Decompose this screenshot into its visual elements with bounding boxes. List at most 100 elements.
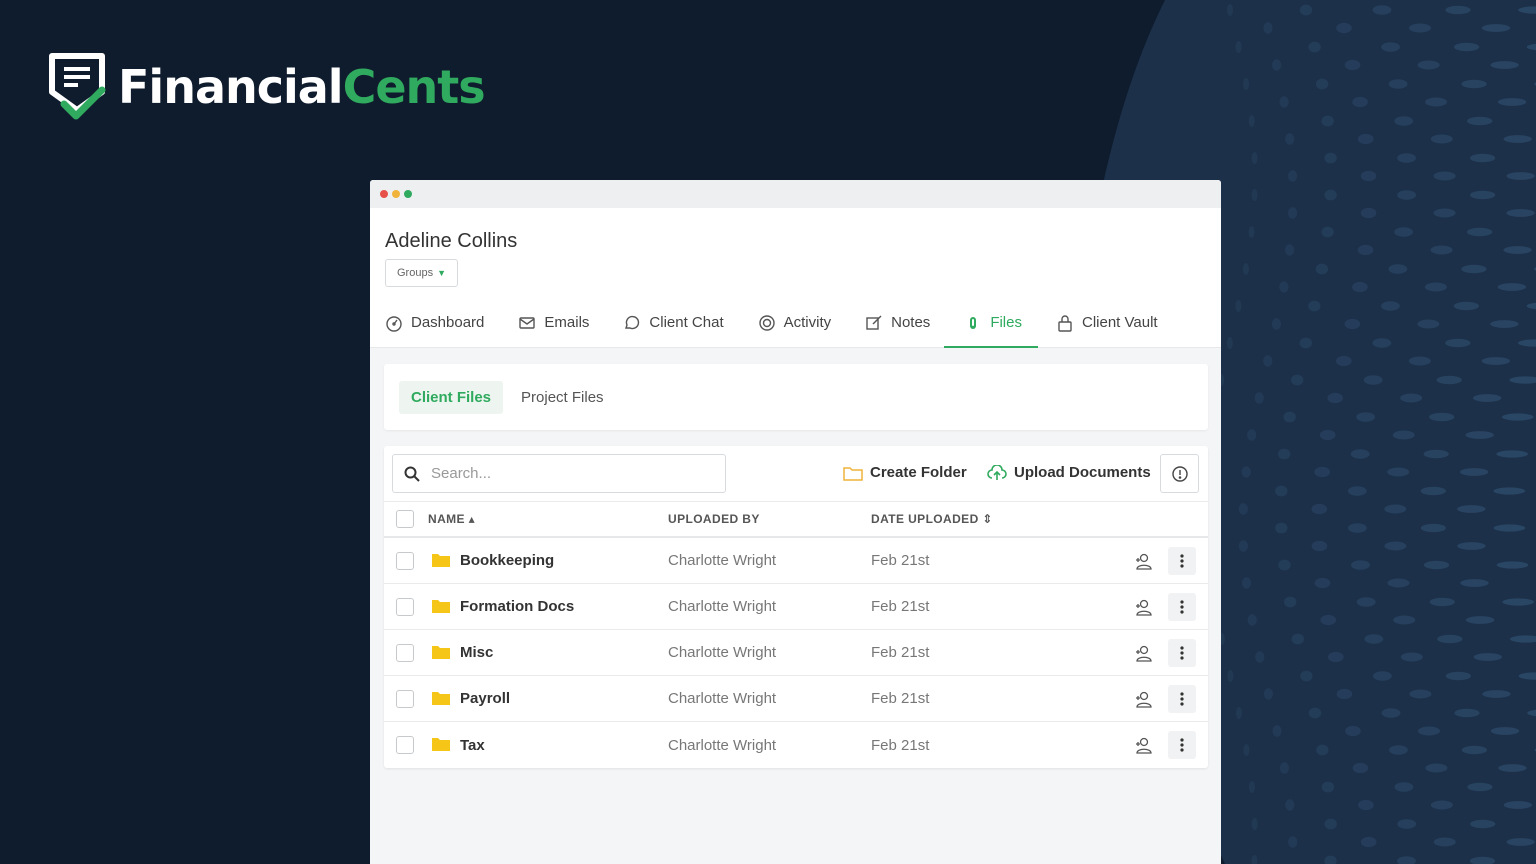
logo-word-financial: Financial [118,60,344,114]
column-date-label: DATE UPLOADED [871,512,979,526]
file-name[interactable]: Misc [460,644,493,661]
table-row[interactable]: Formation Docs Charlotte Wright Feb 21st [384,584,1208,630]
window-titlebar [370,180,1221,208]
date-uploaded: Feb 21st [871,644,930,661]
tab-dashboard[interactable]: Dashboard [385,304,496,348]
date-uploaded: Feb 21st [871,690,930,707]
logo-shield-icon [49,53,106,120]
app-window: Adeline Collins Groups ▼ Dashboard Email… [370,180,1221,864]
search-icon [404,466,420,482]
files-subtabs: Client Files Project Files [384,364,1208,430]
row-checkbox[interactable] [396,689,414,708]
share-user-icon[interactable] [1134,644,1152,662]
file-name[interactable]: Formation Docs [460,598,574,615]
create-folder-button[interactable]: Create Folder [843,464,967,481]
table-row[interactable]: Tax Charlotte Wright Feb 21st [384,722,1208,768]
tab-label: Emails [544,314,590,331]
groups-label: Groups [397,267,434,279]
envelope-icon [519,317,536,329]
folder-icon [432,554,450,567]
minimize-dot[interactable] [392,190,400,198]
tab-label: Client Vault [1081,314,1158,331]
groups-dropdown[interactable]: Groups ▼ [385,259,458,287]
share-user-icon[interactable] [1134,736,1152,754]
date-uploaded: Feb 21st [871,736,930,754]
folder-icon [432,646,450,659]
info-button[interactable] [1160,454,1199,493]
column-name-header[interactable]: NAME ▴ [428,512,475,526]
tab-label: Dashboard [411,314,485,331]
more-options-button[interactable] [1168,593,1196,621]
column-date-header[interactable]: DATE UPLOADED ⇕ [871,512,993,526]
row-checkbox[interactable] [396,551,414,570]
folder-icon [432,738,450,751]
subtab-client-files[interactable]: Client Files [399,380,504,414]
uploaded-by: Charlotte Wright [668,644,777,661]
tab-emails[interactable]: Emails [518,304,601,348]
uploaded-by: Charlotte Wright [668,690,777,707]
file-name[interactable]: Tax [460,737,485,754]
more-options-button[interactable] [1168,731,1196,759]
client-header: Adeline Collins Groups ▼ Dashboard Email… [370,208,1221,348]
folder-icon [432,600,450,613]
uploaded-by: Charlotte Wright [668,598,777,615]
sort-both-icon: ⇕ [982,512,993,526]
tab-client-vault[interactable]: Client Vault [1056,304,1170,348]
tab-label: Client Chat [649,314,724,331]
row-checkbox[interactable] [396,597,414,616]
activity-icon [758,315,775,331]
tab-label: Notes [891,314,931,331]
paperclip-icon [970,317,977,329]
kebab-menu-icon [1180,692,1184,706]
upload-documents-label: Upload Documents [1014,464,1151,481]
select-all-checkbox[interactable] [396,510,414,528]
table-row[interactable]: Bookkeeping Charlotte Wright Feb 21st [384,538,1208,584]
logo-wordmark: FinancialCents [118,64,486,110]
tab-client-chat[interactable]: Client Chat [623,304,735,348]
chevron-down-icon: ▼ [437,268,446,278]
files-table-card: Create Folder Upload Documents NAME ▴ UP… [384,446,1208,768]
close-dot[interactable] [380,190,388,198]
more-options-button[interactable] [1168,547,1196,575]
more-options-button[interactable] [1168,639,1196,667]
tab-files[interactable]: Files [944,304,1038,348]
search-input[interactable] [431,465,711,482]
dashboard-gauge-icon [386,316,402,332]
client-name: Adeline Collins [385,230,518,252]
share-user-icon[interactable] [1134,690,1152,708]
more-options-button[interactable] [1168,685,1196,713]
tab-activity[interactable]: Activity [758,304,844,348]
share-user-icon[interactable] [1134,552,1152,570]
date-uploaded: Feb 21st [871,598,930,615]
kebab-menu-icon [1180,646,1184,660]
lock-icon [1058,315,1072,332]
table-row[interactable]: Misc Charlotte Wright Feb 21st [384,630,1208,676]
uploaded-by: Charlotte Wright [668,552,777,569]
file-name[interactable]: Payroll [460,690,510,707]
maximize-dot[interactable] [404,190,412,198]
column-name-label: NAME [428,512,465,526]
files-toolbar: Create Folder Upload Documents [384,446,1208,502]
kebab-menu-icon [1180,554,1184,568]
column-uploaded-by-header: UPLOADED BY [668,512,760,526]
file-name[interactable]: Bookkeeping [460,552,554,569]
kebab-menu-icon [1180,600,1184,614]
folder-icon [432,692,450,705]
row-checkbox[interactable] [396,736,414,754]
edit-note-icon [866,315,882,330]
upload-documents-button[interactable]: Upload Documents [987,464,1151,481]
table-header: NAME ▴ UPLOADED BY DATE UPLOADED ⇕ [384,502,1208,538]
folder-outline-icon [843,466,863,481]
tab-label: Activity [783,314,832,331]
table-body: Bookkeeping Charlotte Wright Feb 21st Fo… [384,538,1208,768]
tab-notes[interactable]: Notes [865,304,942,348]
search-box [392,454,726,493]
subtab-project-files[interactable]: Project Files [509,381,616,414]
row-checkbox[interactable] [396,643,414,662]
logo-word-cents: Cents [342,60,486,114]
share-user-icon[interactable] [1134,598,1152,616]
info-icon [1171,465,1188,482]
table-row[interactable]: Payroll Charlotte Wright Feb 21st [384,676,1208,722]
tab-label: Files [990,314,1022,331]
create-folder-label: Create Folder [870,464,967,481]
